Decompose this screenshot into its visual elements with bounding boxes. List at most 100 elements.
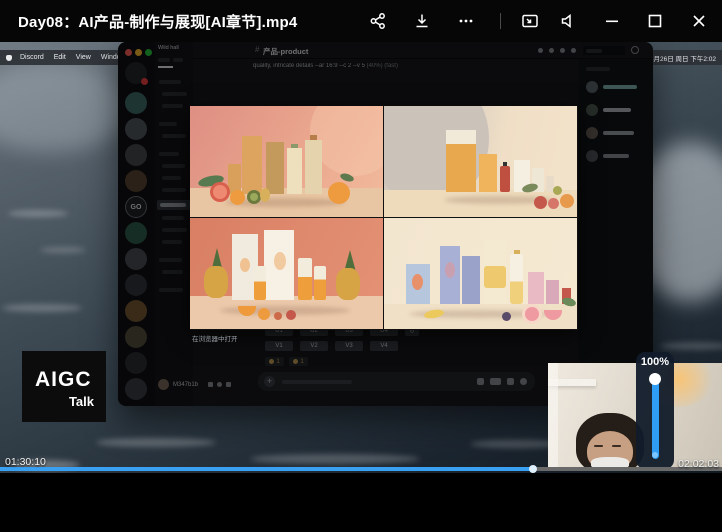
discord-home-icon[interactable] <box>125 62 147 84</box>
mac-minimize-dot[interactable] <box>135 49 142 56</box>
emoji-icon[interactable] <box>520 378 527 385</box>
member-avatar[interactable] <box>586 150 598 162</box>
mj-image-grid[interactable] <box>190 106 578 330</box>
open-in-browser-link[interactable]: 在浏览器中打开 <box>192 333 238 343</box>
menu-discord[interactable]: Discord <box>20 54 44 61</box>
minimize-icon[interactable] <box>600 10 624 32</box>
volume-slider[interactable] <box>652 378 659 459</box>
close-icon[interactable] <box>687 10 711 32</box>
face-mask <box>591 457 629 467</box>
server-icon[interactable] <box>125 170 147 192</box>
member-name[interactable] <box>603 108 631 112</box>
channel-name: 产品-product <box>263 46 308 57</box>
more-options-icon[interactable] <box>454 10 478 32</box>
channel-item[interactable] <box>159 258 182 262</box>
apple-icon[interactable] <box>6 55 12 61</box>
channel-item[interactable] <box>159 122 177 126</box>
headphones-icon[interactable] <box>217 382 222 387</box>
volume-slider-knob[interactable] <box>649 373 661 385</box>
channel-item[interactable] <box>159 80 181 84</box>
channel-item[interactable] <box>162 240 182 244</box>
server-icon[interactable] <box>125 248 147 270</box>
channel-item[interactable] <box>159 288 183 292</box>
gif-icon[interactable] <box>490 378 501 385</box>
mute-icon[interactable] <box>556 10 580 32</box>
member-avatar[interactable] <box>586 104 598 116</box>
settings-gear-icon[interactable] <box>226 382 231 387</box>
webcam-overlay <box>548 363 722 467</box>
titlebar-divider <box>500 13 501 29</box>
help-icon[interactable] <box>631 46 639 54</box>
mic-icon[interactable] <box>208 382 213 387</box>
thumbs-up-icon <box>269 359 274 364</box>
member-name[interactable] <box>603 154 629 158</box>
logo-text-aigc: AIGC <box>35 368 92 392</box>
member-name[interactable] <box>603 131 634 135</box>
server-icon[interactable] <box>125 378 147 400</box>
seek-bar[interactable] <box>0 467 722 471</box>
v3-button[interactable]: V3 <box>335 341 363 351</box>
threads-icon[interactable] <box>538 48 543 53</box>
server-name[interactable]: Wild hall <box>158 45 179 51</box>
server-icon[interactable] <box>125 326 147 348</box>
server-icon[interactable] <box>125 300 147 322</box>
user-bar: M347b1b <box>158 379 231 390</box>
reaction-row: 1 1 <box>265 357 308 366</box>
server-icon[interactable] <box>125 352 147 374</box>
channel-item[interactable] <box>162 270 183 274</box>
download-icon[interactable] <box>410 10 434 32</box>
channel-item[interactable] <box>162 216 184 220</box>
channel-item[interactable] <box>162 92 187 96</box>
aigc-talk-logo: AIGC Talk <box>22 351 106 422</box>
server-icon[interactable] <box>125 118 147 140</box>
pinned-icon[interactable] <box>560 48 565 53</box>
channel-item[interactable] <box>162 188 186 192</box>
v2-button[interactable]: V2 <box>300 341 328 351</box>
mj-prompt-message: quality, intricate details --ar 16:9 --c… <box>253 63 558 69</box>
v4-button[interactable]: V4 <box>370 341 398 351</box>
sticker-icon[interactable] <box>507 378 514 385</box>
server-icon[interactable] <box>125 222 147 244</box>
member-avatar[interactable] <box>586 127 598 139</box>
volume-panel: 100% <box>636 352 674 469</box>
mac-zoom-dot[interactable] <box>145 49 152 56</box>
logo-text-talk: Talk <box>69 394 94 409</box>
gift-icon[interactable] <box>477 378 484 385</box>
seek-knob[interactable] <box>529 465 537 473</box>
mj-variation-row: V1 V2 V3 V4 <box>265 341 398 351</box>
notifications-icon[interactable] <box>549 48 554 53</box>
menu-view[interactable]: View <box>76 54 91 61</box>
member-avatar[interactable] <box>586 81 598 93</box>
maximize-icon[interactable] <box>643 10 667 32</box>
channel-item[interactable] <box>159 152 179 156</box>
channel-item[interactable] <box>162 228 187 232</box>
seek-bar-fill <box>0 467 534 471</box>
attach-plus-icon[interactable]: + <box>264 376 275 387</box>
message-input[interactable]: + <box>258 372 535 391</box>
active-tab-underline <box>158 66 173 68</box>
menu-edit[interactable]: Edit <box>54 54 66 61</box>
channel-item-active[interactable] <box>157 200 191 210</box>
server-icon[interactable] <box>125 144 147 166</box>
reaction-heart[interactable]: 1 <box>289 357 308 366</box>
server-rail: GO <box>118 42 155 406</box>
member-name[interactable] <box>603 85 637 89</box>
members-icon[interactable] <box>571 48 576 53</box>
menubar-clock[interactable]: 3月26日 周日 下午2:02 <box>650 53 716 63</box>
v1-button[interactable]: V1 <box>265 341 293 351</box>
server-icon[interactable] <box>125 92 147 114</box>
reaction-thumbs-up[interactable]: 1 <box>265 357 284 366</box>
user-avatar[interactable] <box>158 379 169 390</box>
mj-quadrant-2 <box>384 106 577 217</box>
mj-quadrant-1 <box>190 106 383 217</box>
share-icon[interactable] <box>366 10 390 32</box>
server-icon[interactable] <box>125 274 147 296</box>
channel-item[interactable] <box>162 134 186 138</box>
search-input[interactable] <box>583 46 625 55</box>
mac-close-dot[interactable] <box>125 49 132 56</box>
picture-in-picture-icon[interactable] <box>518 10 542 32</box>
server-icon-go[interactable]: GO <box>125 196 147 218</box>
channel-item[interactable] <box>162 164 185 168</box>
channel-item[interactable] <box>162 176 181 180</box>
channel-item[interactable] <box>162 104 183 108</box>
